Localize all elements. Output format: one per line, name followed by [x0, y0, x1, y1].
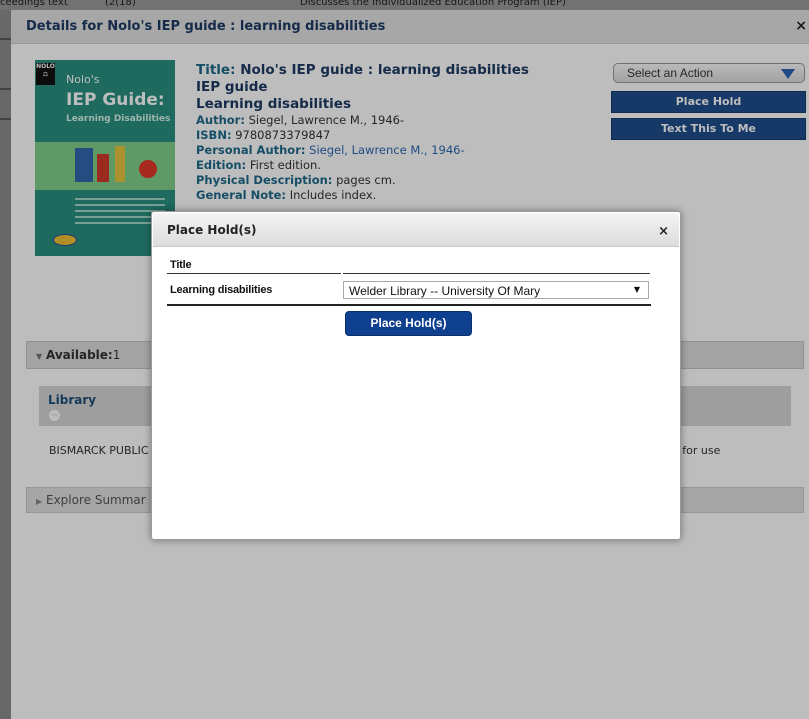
- pickup-library-select[interactable]: Welder Library -- University Of Mary ▼: [343, 281, 649, 299]
- row-rule: [167, 304, 651, 306]
- header-rule: [167, 273, 341, 274]
- close-icon[interactable]: ×: [658, 224, 669, 239]
- place-holds-dialog: Place Hold(s) ×: [151, 211, 681, 540]
- pickup-library-value: Welder Library -- University Of Mary: [349, 284, 541, 298]
- header-rule: [343, 273, 650, 274]
- place-holds-header: Place Hold(s) ×: [153, 213, 679, 247]
- dropdown-arrow-icon: ▼: [633, 285, 640, 294]
- title-column-header: Title: [170, 259, 192, 271]
- hold-item-title: Learning disabilities: [170, 284, 273, 296]
- place-holds-submit-button[interactable]: Place Hold(s): [345, 311, 472, 336]
- place-holds-title: Place Hold(s): [167, 223, 257, 237]
